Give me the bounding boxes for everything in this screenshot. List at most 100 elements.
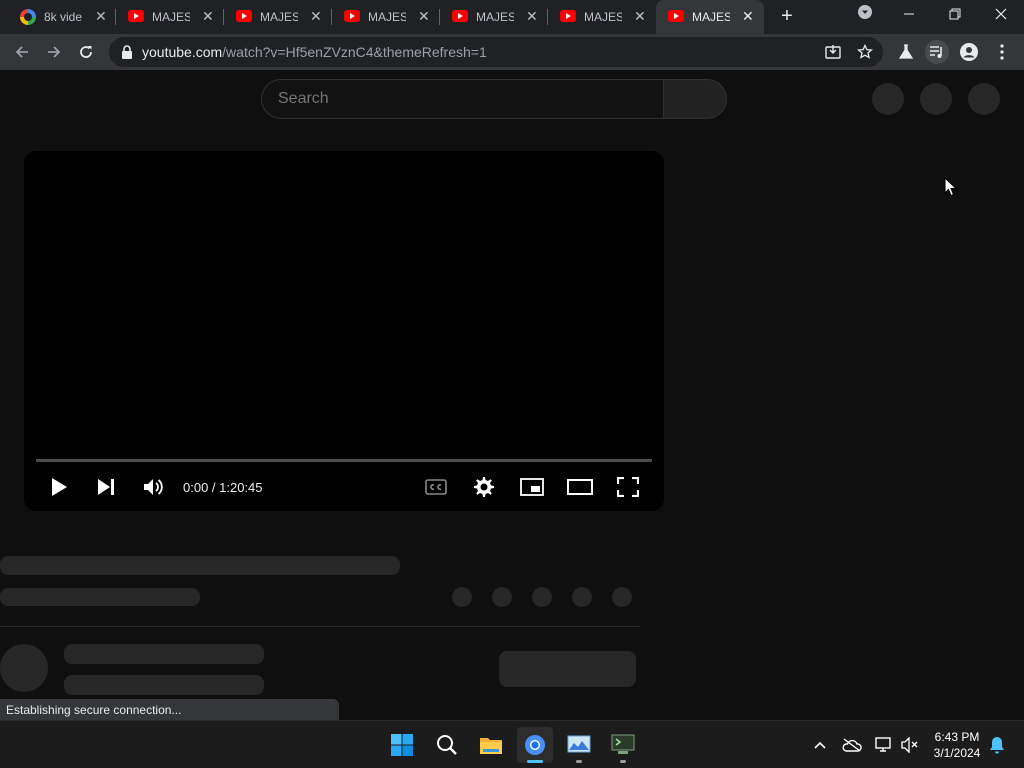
taskbar-clock[interactable]: 6:43 PM 3/1/2024 [926,729,988,761]
close-tab-icon[interactable]: ✕ [634,8,646,24]
divider [0,626,640,627]
browser-toolbar: youtube.com/watch?v=Hf5enZVznC4&themeRef… [0,34,1024,70]
person-icon [960,43,978,61]
tab-title: MAJEST [260,10,298,24]
youtube-icon [236,10,252,22]
header-button-placeholder[interactable] [920,83,952,115]
notifications-button[interactable] [987,735,1007,755]
action-skeleton [452,587,472,607]
tab-youtube-3[interactable]: MAJEST ✕ [332,0,440,34]
bookmark-star-icon[interactable] [857,44,873,60]
channel-name-skeleton [64,644,264,664]
close-tab-icon[interactable]: ✕ [526,8,538,24]
tab-youtube-active[interactable]: MAJEST ✕ [656,0,764,34]
minimize-icon [904,13,914,15]
reload-icon [80,46,92,58]
photos-taskbar-button[interactable] [561,727,597,763]
lock-icon[interactable] [121,45,133,59]
queue-music-icon [930,46,942,58]
captions-button[interactable] [421,474,451,500]
youtube-icon [668,10,684,22]
play-button[interactable] [44,474,74,500]
url-path: /watch?v=Hf5enZVznC4&themeRefresh=1 [222,44,487,60]
tab-youtube-5[interactable]: MAJEST ✕ [548,0,656,34]
media-controls-button[interactable] [925,40,949,64]
terminal-taskbar-button[interactable] [605,727,641,763]
start-button[interactable] [384,727,420,763]
new-tab-button[interactable]: + [767,4,807,28]
arrow-right-icon [48,46,61,58]
close-tab-icon[interactable]: ✕ [310,8,322,24]
labs-button[interactable] [894,40,918,64]
tab-youtube-1[interactable]: MAJEST ✕ [116,0,224,34]
action-skeleton [492,587,512,607]
action-skeleton [572,587,592,607]
youtube-icon [452,10,468,22]
reload-button[interactable] [74,40,98,64]
folder-icon [480,738,502,754]
forward-button[interactable] [42,40,66,64]
minimize-button[interactable] [889,4,929,28]
theater-mode-button[interactable] [565,474,595,500]
subtitle-skeleton [0,588,200,606]
subscribe-skeleton [499,651,636,687]
restore-icon [949,8,961,20]
progress-bar[interactable] [36,459,652,462]
windows-logo-icon [391,734,413,756]
clock-time: 6:43 PM [934,730,980,744]
chrome-icon [525,735,545,755]
address-bar[interactable]: youtube.com/watch?v=Hf5enZVznC4&themeRef… [109,37,883,67]
flask-icon [898,44,914,59]
search-input[interactable] [278,90,638,108]
mute-button[interactable] [138,474,168,500]
close-tab-icon[interactable]: ✕ [742,8,754,24]
arrow-left-icon [15,46,28,58]
video-player[interactable]: 0:00 / 1:20:45 [24,151,664,511]
close-tab-icon[interactable]: ✕ [95,8,107,24]
terminal-icon [611,734,635,754]
running-app-indicator [620,760,626,763]
search-box[interactable] [261,79,663,119]
tab-title: MAJEST [584,10,622,24]
fullscreen-button[interactable] [613,474,643,500]
closed-captions-icon [425,479,447,495]
url-text[interactable]: youtube.com/watch?v=Hf5enZVznC4&themeRef… [142,44,487,60]
volume-muted-icon [901,737,918,753]
volume-tray-button[interactable] [900,735,920,755]
close-window-button[interactable] [981,4,1021,28]
restore-button[interactable] [935,4,975,28]
next-button[interactable] [91,474,121,500]
search-button[interactable] [663,79,727,119]
miniplayer-button[interactable] [517,474,547,500]
onedrive-tray-button[interactable] [842,735,862,755]
chrome-menu-button[interactable] [990,40,1014,64]
profile-button[interactable] [957,40,981,64]
channel-avatar-skeleton [0,644,48,692]
youtube-page: 0:00 / 1:20:45 [0,70,1024,720]
tab-youtube-2[interactable]: MAJEST ✕ [224,0,332,34]
show-hidden-icons-button[interactable] [810,735,830,755]
tab-strip: 8k video ✕ MAJEST ✕ MAJEST ✕ MAJEST ✕ MA… [0,0,1024,34]
back-button[interactable] [10,40,34,64]
tab-search-button[interactable] [845,4,885,28]
close-tab-icon[interactable]: ✕ [418,8,430,24]
header-button-placeholder[interactable] [872,83,904,115]
action-skeleton [612,587,632,607]
taskbar-search-button[interactable] [429,727,465,763]
action-skeleton [532,587,552,607]
channel-meta-skeleton [64,675,264,695]
install-app-icon[interactable] [825,44,841,60]
settings-button[interactable] [469,474,499,500]
volume-icon [144,479,163,495]
tab-youtube-4[interactable]: MAJEST ✕ [440,0,548,34]
network-tray-button[interactable] [874,735,894,755]
more-vert-icon [1000,44,1004,60]
chrome-taskbar-button[interactable] [517,727,553,763]
youtube-icon [344,10,360,22]
tab-title: MAJEST [368,10,406,24]
tab-google-search[interactable]: 8k video ✕ [0,0,116,34]
avatar-placeholder[interactable] [968,83,1000,115]
close-tab-icon[interactable]: ✕ [202,8,214,24]
file-explorer-button[interactable] [473,727,509,763]
clock-date: 3/1/2024 [933,746,981,760]
